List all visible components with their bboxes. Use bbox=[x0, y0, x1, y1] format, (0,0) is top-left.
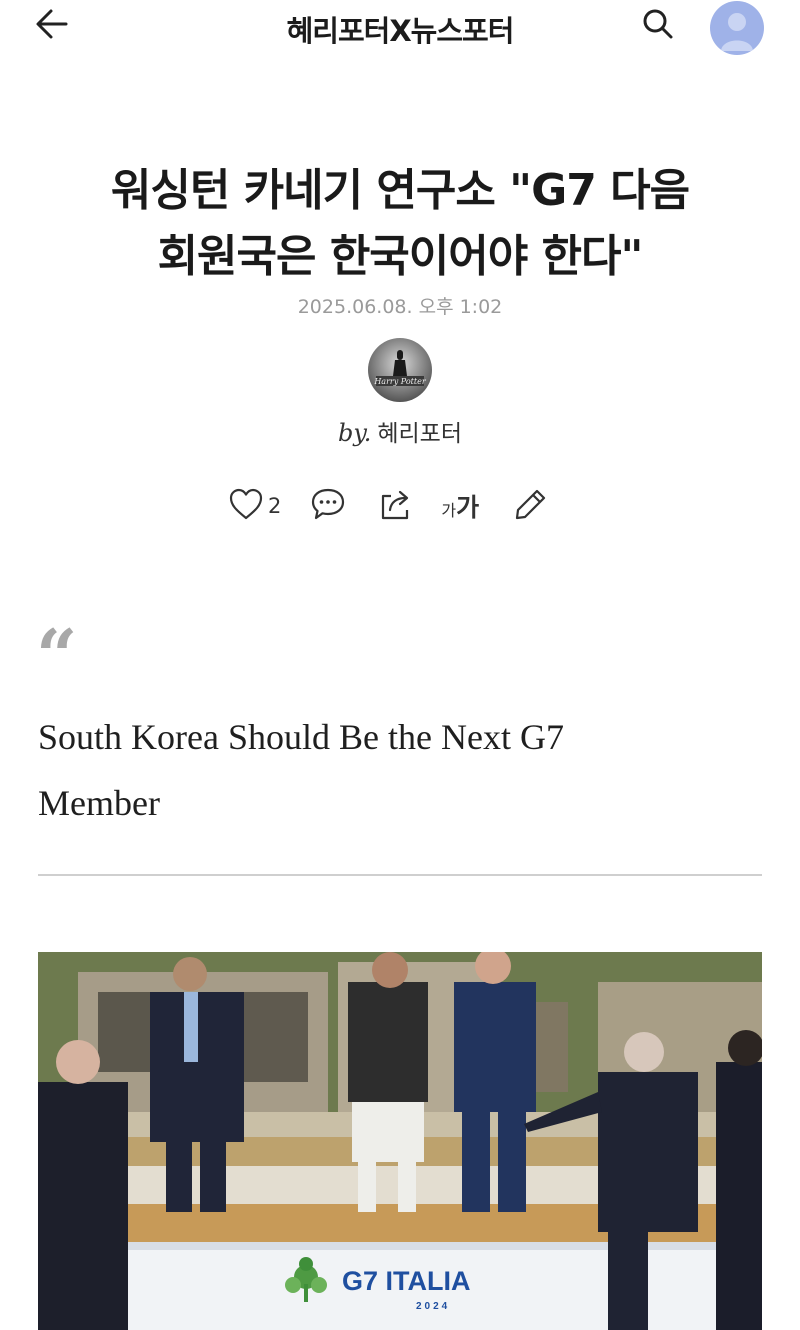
search-icon bbox=[640, 6, 676, 46]
author-avatar-logo-text: Harry Potter bbox=[373, 377, 426, 386]
g7-summit-photo: G7 ITALIA 2024 bbox=[38, 952, 762, 1330]
font-size-large-glyph: 가 bbox=[456, 493, 480, 522]
font-size-icon: 가가 bbox=[441, 488, 479, 524]
photo-banner-text: G7 ITALIA bbox=[342, 1266, 471, 1296]
quote-text: South Korea Should Be the Next G7 Member bbox=[38, 704, 650, 836]
author-name[interactable]: 혜리포터 bbox=[377, 421, 462, 447]
person-left-front bbox=[38, 1040, 128, 1330]
font-size-button[interactable]: 가가 bbox=[441, 484, 479, 528]
comment-button[interactable] bbox=[309, 484, 347, 528]
like-button[interactable]: 2 bbox=[228, 484, 309, 528]
edit-button[interactable] bbox=[513, 484, 549, 528]
article-title: 워싱턴 카네기 연구소 "G7 다음 회원국은 한국이어야 한다" bbox=[40, 158, 760, 290]
share-icon bbox=[377, 486, 415, 526]
search-button[interactable] bbox=[636, 4, 680, 48]
article-title-line-1: 워싱턴 카네기 연구소 "G7 다음 bbox=[110, 165, 690, 216]
quote-mark-icon: “ bbox=[36, 613, 77, 698]
author-avatar[interactable]: Harry Potter bbox=[368, 338, 432, 402]
profile-avatar-button[interactable] bbox=[710, 1, 764, 55]
article-photo[interactable]: G7 ITALIA 2024 bbox=[38, 952, 762, 1330]
photo-banner-year: 2024 bbox=[416, 1301, 450, 1312]
author-byline: by. 혜리포터 bbox=[0, 414, 800, 448]
quote-text-line-2: Member bbox=[38, 783, 160, 823]
font-size-small-glyph: 가 bbox=[441, 501, 457, 520]
article-title-line-2: 회원국은 한국이어야 한다" bbox=[157, 231, 644, 282]
person-right-edge bbox=[716, 1030, 762, 1330]
article-date: 2025.06.08. 오후 1:02 bbox=[297, 296, 503, 318]
comment-icon bbox=[309, 486, 347, 526]
share-button[interactable] bbox=[377, 484, 415, 528]
blog-title[interactable]: 혜리포터X뉴스포터 bbox=[0, 8, 800, 50]
quote-text-line-1: South Korea Should Be the Next G7 bbox=[38, 717, 564, 757]
heart-icon bbox=[228, 487, 264, 525]
like-count: 2 bbox=[268, 494, 282, 518]
author-avatar-image: Harry Potter bbox=[373, 350, 427, 386]
edit-icon bbox=[513, 486, 549, 526]
byline-prefix: by. bbox=[337, 419, 372, 447]
article-actions: 2 가가 bbox=[228, 484, 549, 528]
top-bar: 혜리포터X뉴스포터 bbox=[0, 0, 800, 56]
quote-divider bbox=[38, 874, 762, 876]
